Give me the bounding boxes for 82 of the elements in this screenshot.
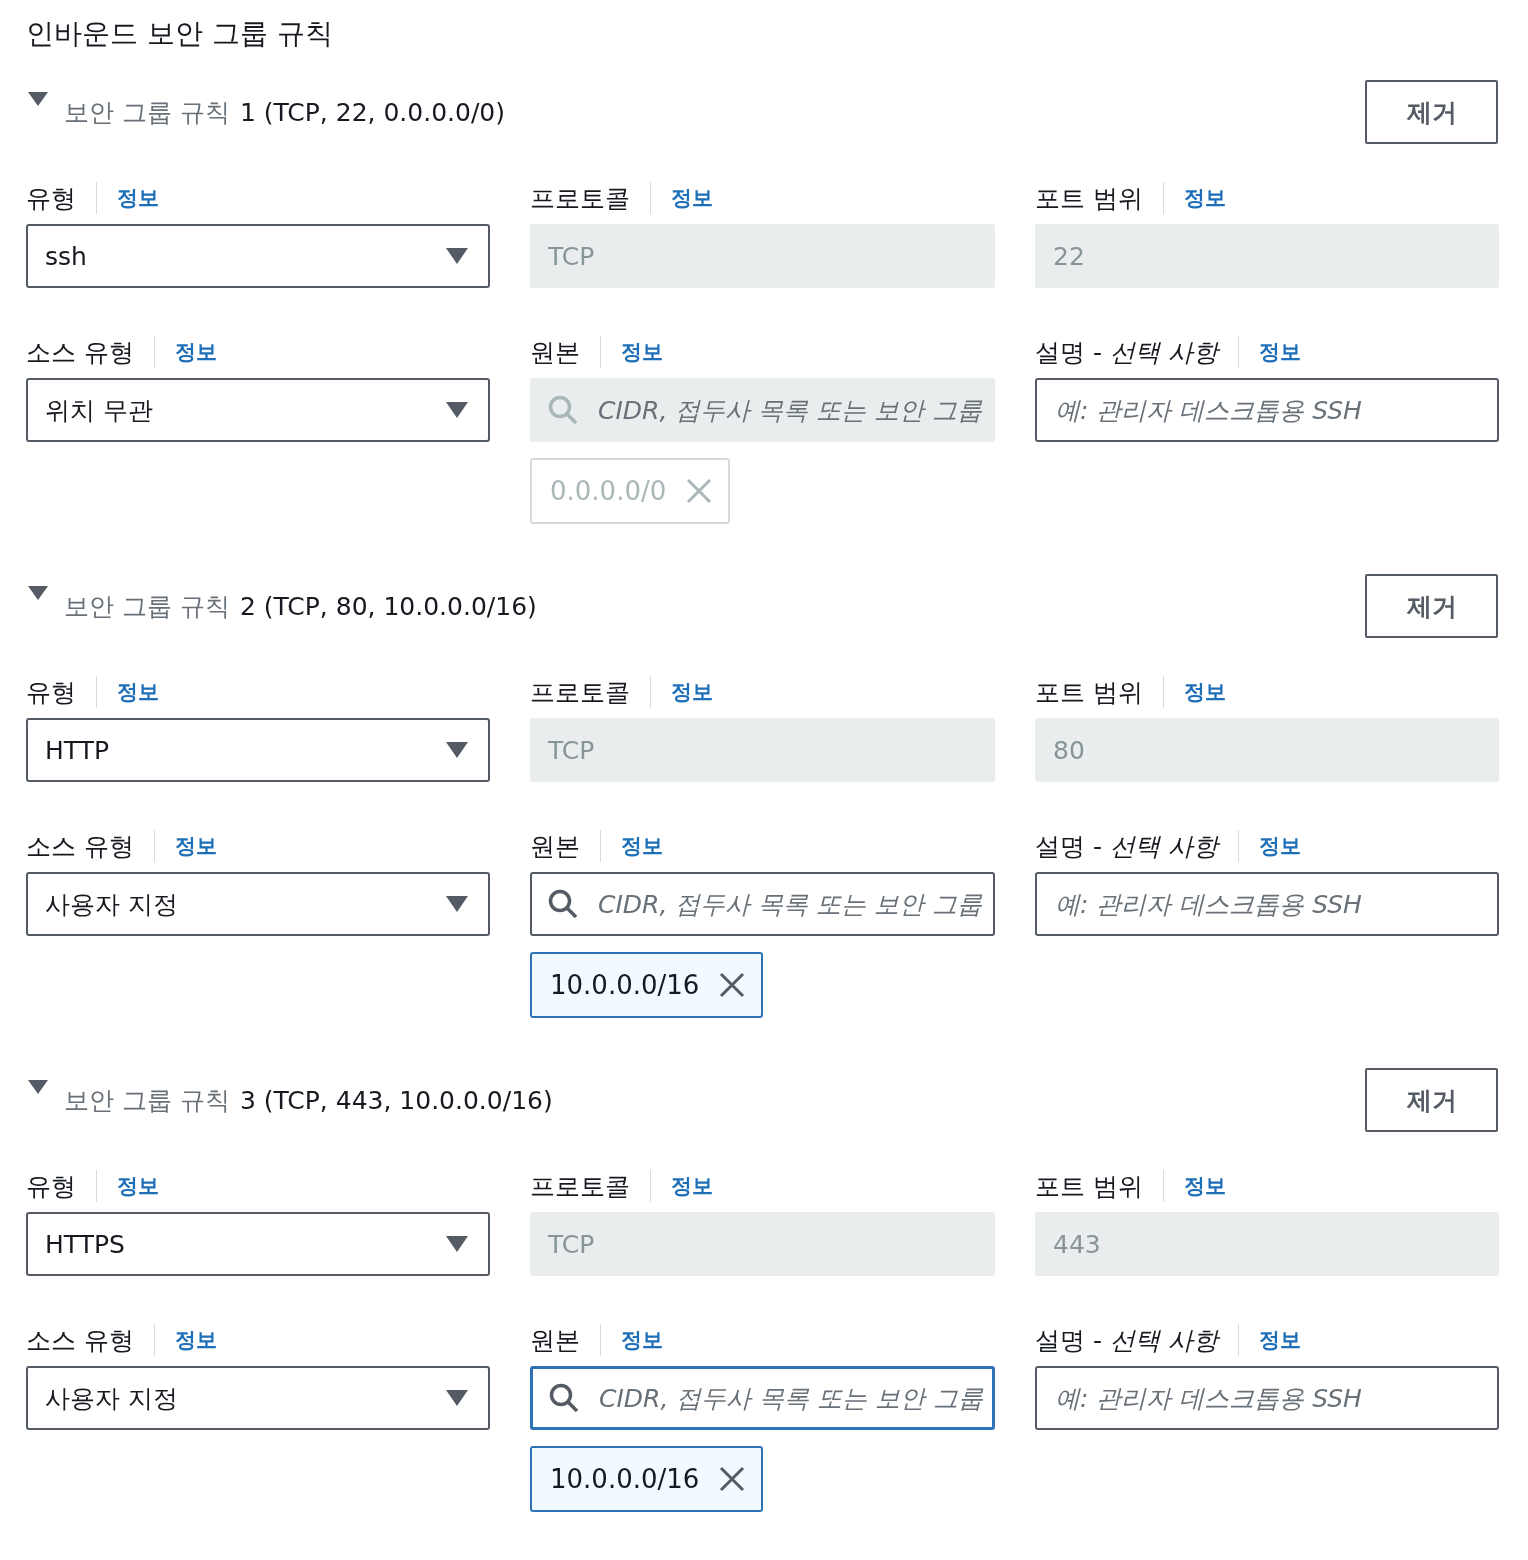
info-link[interactable]: 정보 bbox=[117, 1172, 159, 1200]
search-field[interactable]: CIDR, 접두사 목록 또는 보안 그룹 bbox=[530, 872, 995, 936]
readonly-field: 443 bbox=[1035, 1212, 1499, 1276]
field-label: 포트 범위 bbox=[1035, 182, 1143, 215]
field-label: 유형 bbox=[26, 1170, 76, 1203]
info-link[interactable]: 정보 bbox=[174, 338, 217, 366]
readonly-field: 80 bbox=[1035, 718, 1499, 782]
dropdown[interactable]: HTTPS bbox=[26, 1212, 490, 1276]
field-label: 원본 bbox=[530, 1324, 580, 1357]
info-link[interactable]: 정보 bbox=[1183, 1172, 1226, 1200]
rule-summary: 2 (TCP, 80, 10.0.0.0/16) bbox=[239, 591, 537, 621]
field-label: 프로토콜 bbox=[530, 676, 630, 709]
text-field[interactable]: 예: 관리자 데스크톱용 SSH bbox=[1035, 1366, 1499, 1430]
caret-icon bbox=[446, 1236, 468, 1252]
rule-label: 보안 그룹 규칙 bbox=[64, 1084, 230, 1117]
info-link[interactable]: 정보 bbox=[117, 678, 159, 706]
info-link[interactable]: 정보 bbox=[1183, 678, 1226, 706]
remove-token-button[interactable] bbox=[719, 1466, 746, 1492]
remove-token-button[interactable] bbox=[719, 972, 746, 998]
info-link[interactable]: 정보 bbox=[174, 832, 217, 860]
field-label: 유형 bbox=[26, 182, 76, 215]
info-link[interactable]: 정보 bbox=[671, 1172, 713, 1200]
rule-label: 보안 그룹 규칙 bbox=[64, 590, 230, 623]
field-label: 포트 범위 bbox=[1035, 1170, 1143, 1203]
rule-summary: 1 (TCP, 22, 0.0.0.0/0) bbox=[239, 97, 505, 127]
search-field[interactable]: CIDR, 접두사 목록 또는 보안 그룹 bbox=[530, 1366, 995, 1430]
info-link[interactable]: 정보 bbox=[1183, 184, 1226, 212]
filter-token: 10.0.0.0/16 bbox=[530, 1446, 764, 1512]
dropdown[interactable]: 사용자 지정 bbox=[26, 872, 490, 936]
field-label: 소스 유형 bbox=[26, 336, 134, 369]
caret-icon bbox=[28, 92, 48, 106]
remove-button[interactable]: 제거 bbox=[1365, 80, 1498, 144]
caret-icon bbox=[446, 896, 468, 912]
info-link[interactable]: 정보 bbox=[621, 832, 663, 860]
caret-icon bbox=[446, 402, 468, 418]
field-label: 프로토콜 bbox=[530, 182, 630, 215]
search-icon bbox=[548, 889, 578, 919]
field-label: 유형 bbox=[26, 676, 76, 709]
search-icon bbox=[549, 1383, 579, 1413]
dropdown[interactable]: 위치 무관 bbox=[26, 378, 490, 442]
filter-token: 10.0.0.0/16 bbox=[530, 952, 764, 1018]
expand-toggle[interactable] bbox=[28, 1080, 48, 1094]
info-link[interactable]: 정보 bbox=[1258, 1326, 1301, 1354]
dropdown[interactable]: ssh bbox=[26, 224, 490, 288]
expand-toggle[interactable] bbox=[28, 92, 48, 106]
rule-label: 보안 그룹 규칙 bbox=[64, 96, 230, 129]
field-label: 원본 bbox=[530, 830, 580, 863]
readonly-field: TCP bbox=[530, 224, 995, 288]
field-label: 소스 유형 bbox=[26, 1324, 134, 1357]
dropdown[interactable]: 사용자 지정 bbox=[26, 1366, 490, 1430]
filter-token: 0.0.0.0/0 bbox=[530, 458, 731, 524]
field-label: 원본 bbox=[530, 336, 580, 369]
remove-button[interactable]: 제거 bbox=[1365, 1068, 1498, 1132]
info-link[interactable]: 정보 bbox=[621, 1326, 663, 1354]
info-link[interactable]: 정보 bbox=[1258, 832, 1301, 860]
readonly-field: TCP bbox=[530, 718, 995, 782]
info-link[interactable]: 정보 bbox=[117, 184, 159, 212]
dropdown[interactable]: HTTP bbox=[26, 718, 490, 782]
remove-button[interactable]: 제거 bbox=[1365, 574, 1498, 638]
expand-toggle[interactable] bbox=[28, 586, 48, 600]
info-link[interactable]: 정보 bbox=[1258, 338, 1301, 366]
caret-icon bbox=[28, 586, 48, 600]
text-field[interactable]: 예: 관리자 데스크톱용 SSH bbox=[1035, 872, 1499, 936]
search-icon bbox=[548, 395, 578, 425]
info-link[interactable]: 정보 bbox=[174, 1326, 217, 1354]
field-label: 포트 범위 bbox=[1035, 676, 1143, 709]
caret-icon bbox=[28, 1080, 48, 1094]
info-link[interactable]: 정보 bbox=[671, 678, 713, 706]
readonly-field: 22 bbox=[1035, 224, 1499, 288]
readonly-field: TCP bbox=[530, 1212, 995, 1276]
caret-icon bbox=[446, 248, 468, 264]
section-title: 인바운드 보안 그룹 규칙 bbox=[26, 16, 334, 52]
field-label: 소스 유형 bbox=[26, 830, 134, 863]
close-icon bbox=[719, 972, 746, 998]
rule-summary: 3 (TCP, 443, 10.0.0.0/16) bbox=[239, 1085, 553, 1115]
close-icon bbox=[686, 478, 713, 504]
text-field[interactable]: 예: 관리자 데스크톱용 SSH bbox=[1035, 378, 1499, 442]
info-link[interactable]: 정보 bbox=[671, 184, 713, 212]
close-icon bbox=[719, 1466, 746, 1492]
caret-icon bbox=[446, 1390, 468, 1406]
field-label: 프로토콜 bbox=[530, 1170, 630, 1203]
caret-icon bbox=[446, 742, 468, 758]
